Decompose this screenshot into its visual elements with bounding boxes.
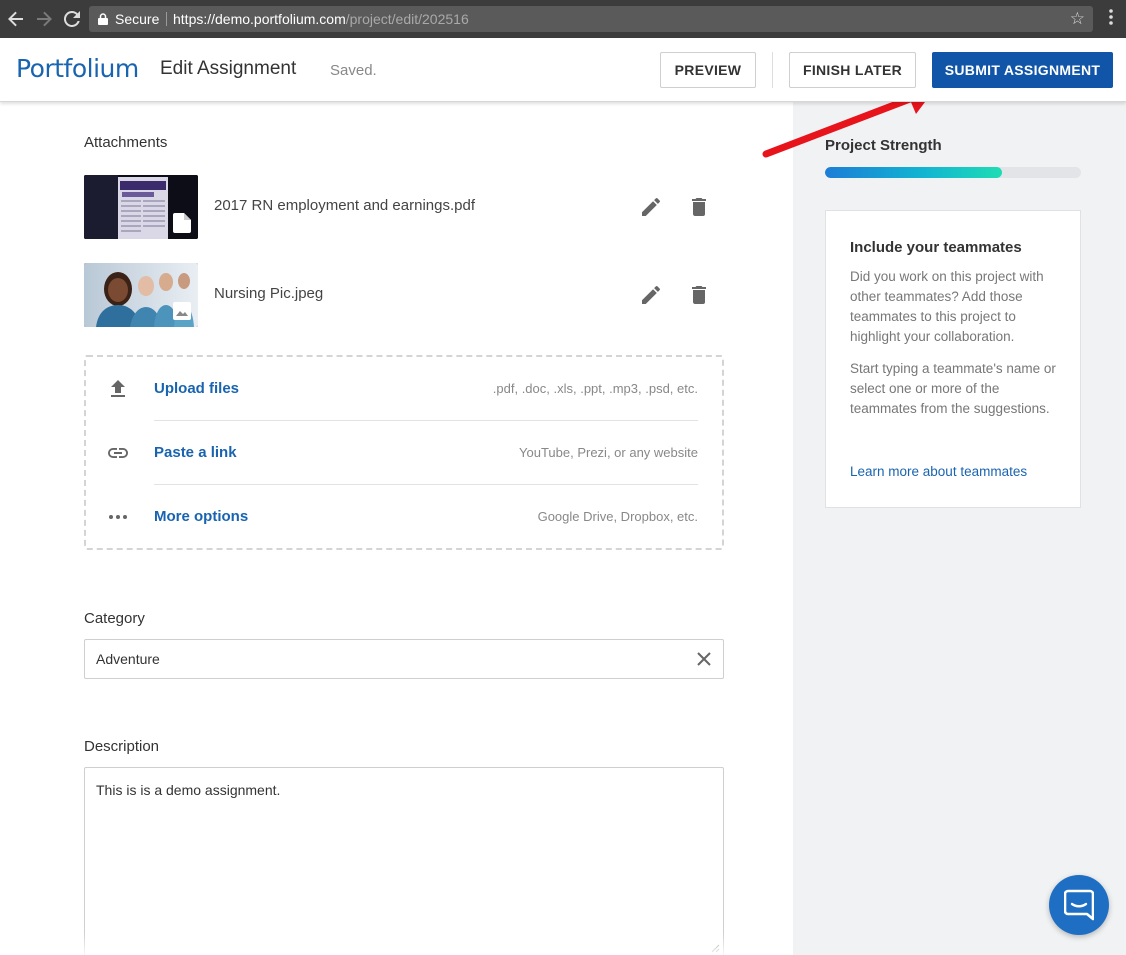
description-value: This is is a demo assignment.: [96, 782, 281, 798]
page-title: Edit Assignment: [160, 58, 297, 79]
secure-label: Secure: [115, 11, 160, 27]
attachment-item[interactable]: 2017 RN employment and earnings.pdf: [84, 175, 724, 239]
address-bar[interactable]: Secure https://demo.portfolium.com/proje…: [89, 6, 1093, 32]
portfolium-logo[interactable]: Portfolium: [16, 54, 139, 83]
finish-later-button[interactable]: FINISH LATER: [789, 52, 916, 88]
attachment-name: 2017 RN employment and earnings.pdf: [214, 197, 475, 214]
category-field[interactable]: Adventure: [84, 639, 724, 679]
project-strength-bar: [825, 167, 1081, 178]
paste-link-link[interactable]: Paste a link: [154, 444, 237, 461]
upload-files-link[interactable]: Upload files: [154, 380, 239, 397]
resize-handle-icon[interactable]: [711, 944, 720, 953]
lock-icon: [98, 13, 108, 25]
tip-paragraph: Did you work on this project with other …: [850, 269, 1044, 344]
url-text: https://demo.portfolium.com/project/edit…: [173, 11, 469, 27]
link-icon: [108, 448, 128, 458]
more-options-link[interactable]: More options: [154, 508, 248, 525]
add-attachment-area: Upload files .pdf, .doc, .xls, .ppt, .mp…: [84, 355, 724, 550]
back-arrow-icon[interactable]: [6, 8, 26, 30]
description-label: Description: [84, 738, 160, 755]
clear-icon[interactable]: [695, 650, 713, 668]
chat-icon: [1064, 889, 1094, 921]
tip-title: Include your teammates: [850, 239, 1022, 256]
attachment-name: Nursing Pic.jpeg: [214, 285, 324, 302]
attachment-item[interactable]: Nursing Pic.jpeg: [84, 263, 724, 327]
description-textarea[interactable]: This is is a demo assignment.: [84, 767, 724, 955]
forward-arrow-icon[interactable]: [34, 8, 54, 30]
save-status: Saved.: [330, 62, 377, 79]
upload-files-option[interactable]: Upload files .pdf, .doc, .xls, .ppt, .mp…: [86, 357, 722, 421]
trash-icon[interactable]: [687, 195, 711, 219]
paste-link-hint: YouTube, Prezi, or any website: [519, 445, 698, 460]
preview-button[interactable]: PREVIEW: [660, 52, 756, 88]
document-icon: [173, 213, 191, 233]
header-divider: [772, 52, 773, 88]
more-horizontal-icon: [109, 515, 127, 519]
tip-paragraph: Start typing a teammate's name or select…: [850, 361, 1056, 416]
trash-icon[interactable]: [687, 283, 711, 307]
category-value: Adventure: [96, 651, 160, 667]
star-icon[interactable]: ☆: [1070, 9, 1085, 29]
attachments-label: Attachments: [84, 134, 168, 151]
upload-icon: [111, 380, 125, 397]
submit-assignment-button[interactable]: SUBMIT ASSIGNMENT: [932, 52, 1113, 88]
upload-files-hint: .pdf, .doc, .xls, .ppt, .mp3, .psd, etc.: [492, 381, 698, 396]
chat-launcher-button[interactable]: [1049, 875, 1109, 935]
pencil-icon[interactable]: [639, 283, 663, 307]
app-header: Portfolium Edit Assignment Saved. PREVIE…: [0, 38, 1126, 102]
pencil-icon[interactable]: [639, 195, 663, 219]
category-label: Category: [84, 610, 145, 627]
more-options-option[interactable]: More options Google Drive, Dropbox, etc.: [86, 485, 722, 549]
attachment-thumbnail[interactable]: [84, 263, 198, 327]
project-strength-sidebar: Project Strength Include your teammates …: [793, 102, 1126, 955]
more-options-hint: Google Drive, Dropbox, etc.: [537, 509, 698, 524]
attachment-thumbnail[interactable]: [84, 175, 198, 239]
teammates-tip-card: Include your teammates Did you work on t…: [825, 210, 1081, 508]
paste-link-option[interactable]: Paste a link YouTube, Prezi, or any webs…: [86, 421, 722, 485]
browser-toolbar: Secure https://demo.portfolium.com/proje…: [0, 0, 1126, 38]
kebab-menu-icon[interactable]: [1104, 9, 1118, 25]
address-separator: [166, 12, 167, 26]
learn-more-teammates-link[interactable]: Learn more about teammates: [850, 464, 1027, 479]
image-icon: [173, 302, 191, 320]
project-strength-fill: [825, 167, 1002, 178]
reload-icon[interactable]: [62, 8, 82, 30]
